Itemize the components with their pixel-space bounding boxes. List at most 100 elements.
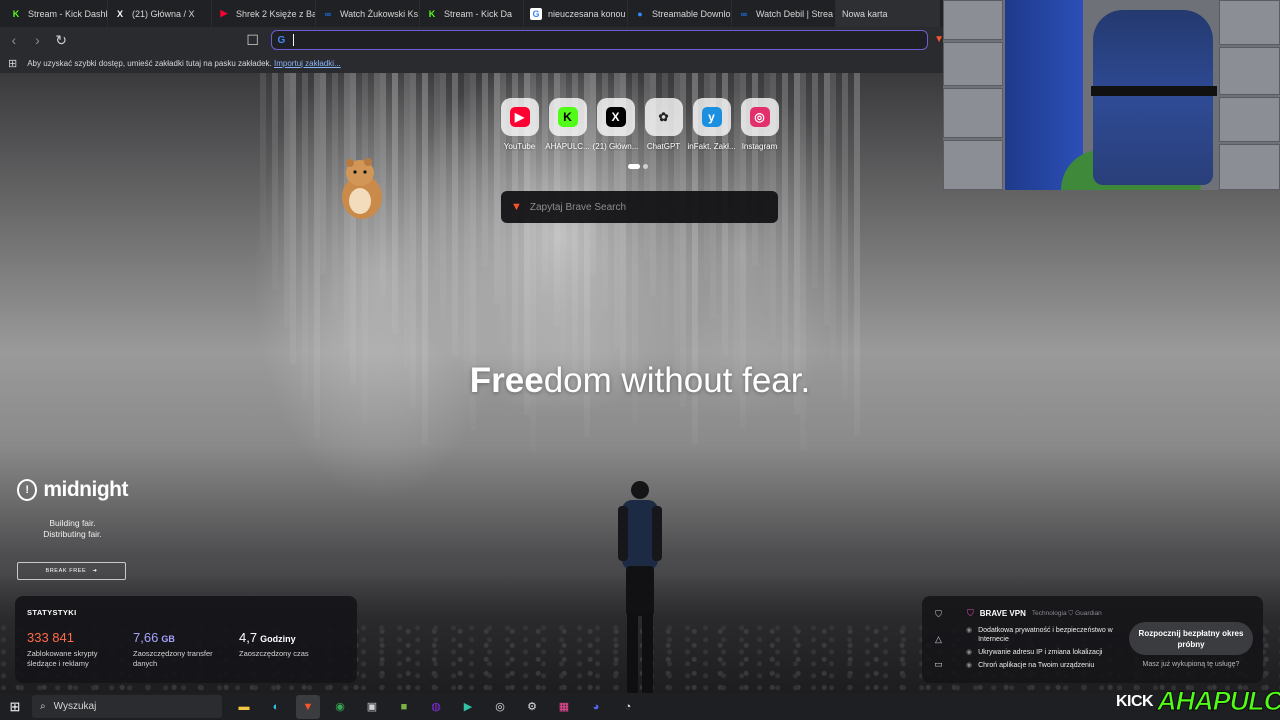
stone-block	[1219, 47, 1280, 95]
pager-dot[interactable]	[643, 164, 648, 169]
top-site-label: AHAPULC...	[545, 142, 590, 151]
forward-button[interactable]: ›	[28, 30, 48, 50]
sponsor-line-2: Distributing fair.	[43, 529, 102, 539]
arrow-right-icon: ➔	[92, 568, 98, 574]
tab[interactable]: ∞ Watch Debil | Strea	[732, 0, 836, 27]
obs-icon[interactable]: ◍	[424, 695, 448, 719]
vpn-tech: Technologia ⛉ Guardian	[1031, 609, 1102, 617]
bookmarks-hint-text: Aby uzyskać szybki dostęp, umieść zakład…	[27, 58, 272, 68]
check-icon: ◉	[966, 627, 973, 634]
top-site-tile[interactable]: X	[596, 98, 635, 136]
water-streak	[842, 73, 848, 399]
pager-dot-active[interactable]	[628, 164, 640, 169]
start-trial-button[interactable]: Rozpocznij bezpłatny okres próbny	[1129, 622, 1253, 655]
settings-icon[interactable]: ⚙	[520, 695, 544, 719]
vpn-title: BRAVE VPN	[979, 609, 1026, 618]
brave-search-box[interactable]: ▼ Zapytaj Brave Search	[501, 191, 778, 223]
taskbar-search-label: Wyszukaj	[53, 701, 97, 712]
top-site-tile[interactable]: y	[692, 98, 731, 136]
top-site[interactable]: ✿ ChatGPT	[644, 98, 683, 151]
reload-button[interactable]: ↻	[51, 30, 71, 50]
chrome-icon[interactable]: ◉	[328, 695, 352, 719]
stat-value-row: 333 841	[27, 629, 133, 647]
video-call-icon[interactable]: ▭	[934, 659, 943, 670]
top-site[interactable]: X (21) Główn...	[593, 98, 638, 151]
top-site[interactable]: ◎ Instagram	[740, 98, 779, 151]
address-bar[interactable]: G	[270, 30, 929, 50]
midnight-logo[interactable]: ! midnight	[17, 478, 128, 502]
app-icon[interactable]: ▣	[360, 695, 384, 719]
tab[interactable]: Nowa karta	[836, 0, 940, 27]
water-streak	[392, 73, 398, 334]
stone-block	[1219, 144, 1280, 190]
water-streak	[830, 73, 836, 362]
stat-value-row: 4,7 Godziny	[239, 629, 345, 647]
top-site-tile[interactable]: ✿	[644, 98, 683, 136]
tagline: Freedom without fear.	[0, 361, 1280, 401]
water-streak	[272, 73, 278, 290]
file-explorer-icon[interactable]: ▬	[232, 695, 256, 719]
top-site[interactable]: K AHAPULC...	[545, 98, 590, 151]
tab[interactable]: K Stream - Kick Da	[420, 0, 524, 27]
tab-strip: K Stream - Kick Dashb X (21) Główna / X ▶ Shr…	[0, 0, 944, 27]
apps-grid-icon[interactable]: ⊞	[8, 57, 17, 70]
ghost-icon[interactable]: ◔	[616, 695, 640, 719]
channel-overlay: KICK AHAPULCO	[1116, 683, 1280, 720]
top-site-tile[interactable]: ▶	[500, 98, 539, 136]
tab[interactable]: ● Streamable Downlo	[628, 0, 732, 27]
brave-icon[interactable]: ▼	[296, 694, 320, 719]
tab[interactable]: X (21) Główna / X	[108, 0, 212, 27]
bookmarks-bar: ⊞ Aby uzyskać szybki dostęp, umieść zakł…	[0, 53, 944, 73]
tab-title: Stream - Kick Dashb	[28, 8, 107, 19]
stone-block	[1219, 0, 1280, 45]
top-site-tile[interactable]: K	[548, 98, 587, 136]
tab[interactable]: Gnieuczesana konou	[524, 0, 628, 27]
taskbar-search[interactable]: ⌕ Wyszukaj	[32, 695, 222, 718]
back-button[interactable]: ‹	[4, 30, 24, 50]
bookmark-icon[interactable]: ☐	[243, 30, 263, 50]
tab-title: nieuczesana konou	[548, 8, 626, 19]
top-site-tile[interactable]: ◎	[740, 98, 779, 136]
stat-value: 7,66	[133, 630, 159, 645]
tab-title: (21) Główna / X	[132, 8, 195, 19]
minecraft-icon[interactable]: ■	[392, 695, 416, 719]
vpn-logo-icon: ⛉	[967, 608, 974, 618]
brave-lion-icon: ▼	[511, 201, 522, 213]
vpn-shield-icon[interactable]: ⛉	[935, 609, 942, 620]
break-free-button[interactable]: BREAK FREE ➔	[17, 562, 126, 580]
warning-icon[interactable]: △	[935, 634, 942, 645]
windows-taskbar: ⊞ ⌕ Wyszukaj ▬ ◐ ▼ ◉ ▣ ■ ◍ ▶ ◎ ⚙ ▦ ◕ ◔	[0, 693, 1280, 720]
top-sites-pager	[628, 164, 648, 169]
tab[interactable]: K Stream - Kick Dashb	[4, 0, 108, 27]
kick-icon: K	[12, 8, 20, 19]
top-site[interactable]: ▶ YouTube	[500, 98, 539, 151]
edge-icon[interactable]: ◐	[264, 695, 288, 719]
tab-title: Stream - Kick Da	[444, 8, 513, 19]
already-purchased-link[interactable]: Masz już wykupioną tę usługę?	[1129, 661, 1253, 668]
discord-icon[interactable]: ◕	[584, 695, 608, 719]
webcam-overlay	[943, 0, 1280, 190]
stat-value-row: 7,66 GB	[133, 629, 239, 647]
water-streak	[290, 73, 296, 364]
import-bookmarks-link[interactable]: Importuj zakładki...	[274, 59, 341, 68]
teams-icon[interactable]: ▦	[552, 695, 576, 719]
vpn-feature-text: Ukrywanie adresu IP i zmiana lokalizacji	[978, 649, 1103, 656]
widget-switcher: ⛉ △ ▭	[922, 596, 955, 683]
stat-unit: Godziny	[260, 634, 296, 644]
water-streak	[320, 73, 326, 275]
stats-widget: STATYSTYKI 333 841 Zablokowane skrypty śl…	[15, 596, 357, 683]
tab[interactable]: ▶ Shrek 2 Księże z Baj	[212, 0, 316, 27]
tab[interactable]: ∞ Watch Żukowski Ks	[316, 0, 420, 27]
chatgpt-icon: ✿	[658, 110, 669, 124]
streamlabs-icon[interactable]: ▶	[456, 695, 480, 719]
recorder-icon[interactable]: ◎	[488, 695, 512, 719]
stats-heading: STATYSTYKI	[27, 608, 77, 617]
stat-description: Zaoszczędzony transfer danych	[133, 649, 213, 668]
streamable-icon: ∞	[740, 8, 748, 19]
stone-block	[943, 0, 1003, 40]
vpn-feature: ◉ Chroń aplikacje na Twoim urządzeniu	[966, 661, 1126, 670]
bookmarks-hint: Aby uzyskać szybki dostęp, umieść zakład…	[27, 59, 341, 68]
top-site[interactable]: y inFakt. Zakł...	[688, 98, 736, 151]
start-button[interactable]: ⊞	[0, 699, 30, 715]
water-streak	[812, 73, 818, 288]
